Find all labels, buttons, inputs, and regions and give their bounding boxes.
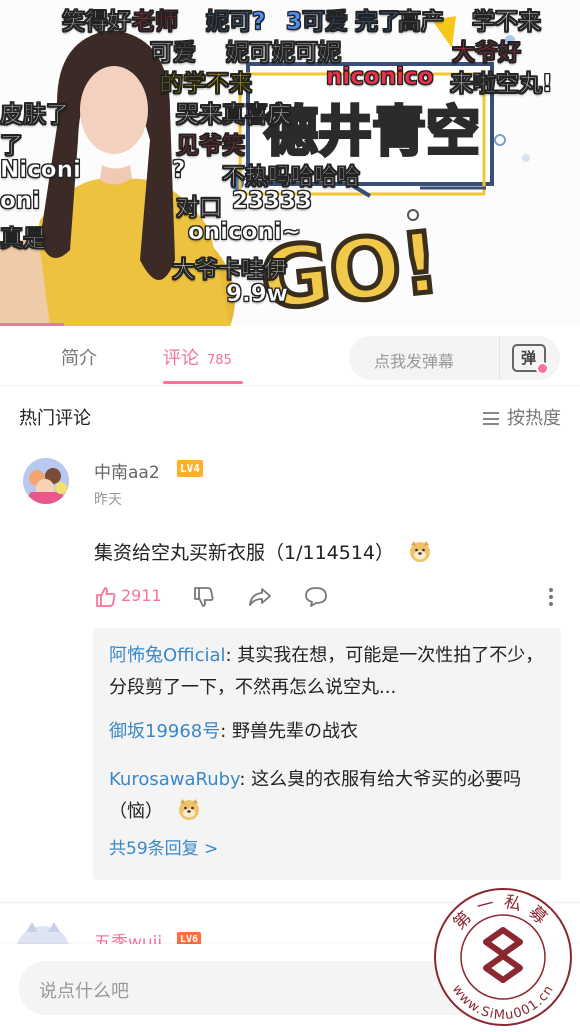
reply-item[interactable]: KurosawaRuby: 这么臭的衣服有给大爷买的必要吗（恼） — [109, 764, 549, 828]
hot-comments-header: 热门评论 按热度 — [0, 394, 580, 438]
sort-icon — [483, 412, 499, 425]
tab-comments-count: 785 — [207, 353, 232, 368]
danmaku-input-divider — [499, 336, 500, 380]
svg-text:GO!: GO! — [256, 213, 444, 326]
user-level-badge: LV4 — [177, 460, 203, 477]
video-frame: 德井青空 GO! — [0, 0, 580, 326]
like-button[interactable] — [94, 585, 118, 613]
thumbs-up-icon — [96, 587, 116, 607]
share-icon — [249, 588, 271, 606]
more-options-button[interactable] — [548, 587, 554, 611]
tab-intro[interactable]: 简介 — [61, 344, 97, 370]
sort-label: 按热度 — [507, 408, 561, 429]
danmaku-status-dot — [536, 362, 549, 375]
replies-box[interactable]: 阿怖兔Official: 其实我在想，可能是一次性拍了不少，分段剪了一下，不然再… — [93, 628, 561, 880]
sort-by-hot-button[interactable]: 按热度 — [483, 404, 561, 430]
hot-comments-title: 热门评论 — [19, 408, 91, 429]
tab-comments[interactable]: 评论 785 — [163, 344, 232, 370]
danmaku-input[interactable]: 点我发弹幕 弹 — [349, 336, 560, 380]
video-player[interactable]: 德井青空 GO! 笑得好 老师 妮可? 3可爱 完了 高产 学不来 可爱 妮可妮… — [0, 0, 580, 326]
danmaku-placeholder: 点我发弹幕 — [374, 352, 455, 371]
video-title-graphic: 德井青空 — [264, 100, 480, 163]
reply-username[interactable]: KurosawaRuby — [109, 769, 239, 790]
comment-actions: 2911 — [94, 583, 564, 613]
watermark-logo: 第一私募 www.SiMu001.cn — [434, 888, 572, 1026]
comment-time: 昨天 — [94, 492, 122, 508]
tab-active-indicator — [163, 381, 243, 384]
comment-body: 集资给空丸买新衣服（1/114514） — [94, 538, 432, 565]
more-vertical-icon — [549, 588, 553, 606]
danmaku-toggle-button[interactable]: 弹 — [512, 344, 549, 375]
reply-username[interactable]: 阿怖兔Official — [109, 645, 226, 666]
reply-item[interactable]: 阿怖兔Official: 其实我在想，可能是一次性拍了不少，分段剪了一下，不然再… — [109, 640, 549, 704]
reply-text: : 野兽先辈の战衣 — [220, 721, 359, 742]
reply-item[interactable]: 御坂19968号: 野兽先辈の战衣 — [109, 716, 549, 748]
danmaku-toggle-label: 弹 — [521, 349, 537, 367]
comment-input-placeholder: 说点什么吧 — [39, 981, 129, 1002]
comment-username[interactable]: 中南aa2 — [94, 458, 160, 483]
avatar-image — [23, 458, 69, 504]
thumbs-down-icon — [194, 587, 214, 607]
doge-emoji-icon — [178, 799, 199, 820]
comment-bubble-icon — [305, 587, 327, 607]
share-button[interactable] — [247, 585, 273, 613]
avatar[interactable] — [23, 458, 69, 504]
doge-emoji-icon — [410, 541, 431, 562]
view-more-replies-link[interactable]: 共59条回复 > — [109, 834, 218, 859]
reply-button[interactable] — [303, 585, 329, 613]
comment-text: 集资给空丸买新衣服（1/114514） — [94, 542, 395, 564]
like-count: 2911 — [121, 586, 162, 605]
tab-comments-label: 评论 — [163, 348, 199, 369]
dislike-button[interactable] — [192, 585, 216, 613]
tab-bar: 简介 评论 785 点我发弹幕 弹 — [0, 326, 580, 386]
reply-username[interactable]: 御坂19968号 — [109, 721, 220, 742]
